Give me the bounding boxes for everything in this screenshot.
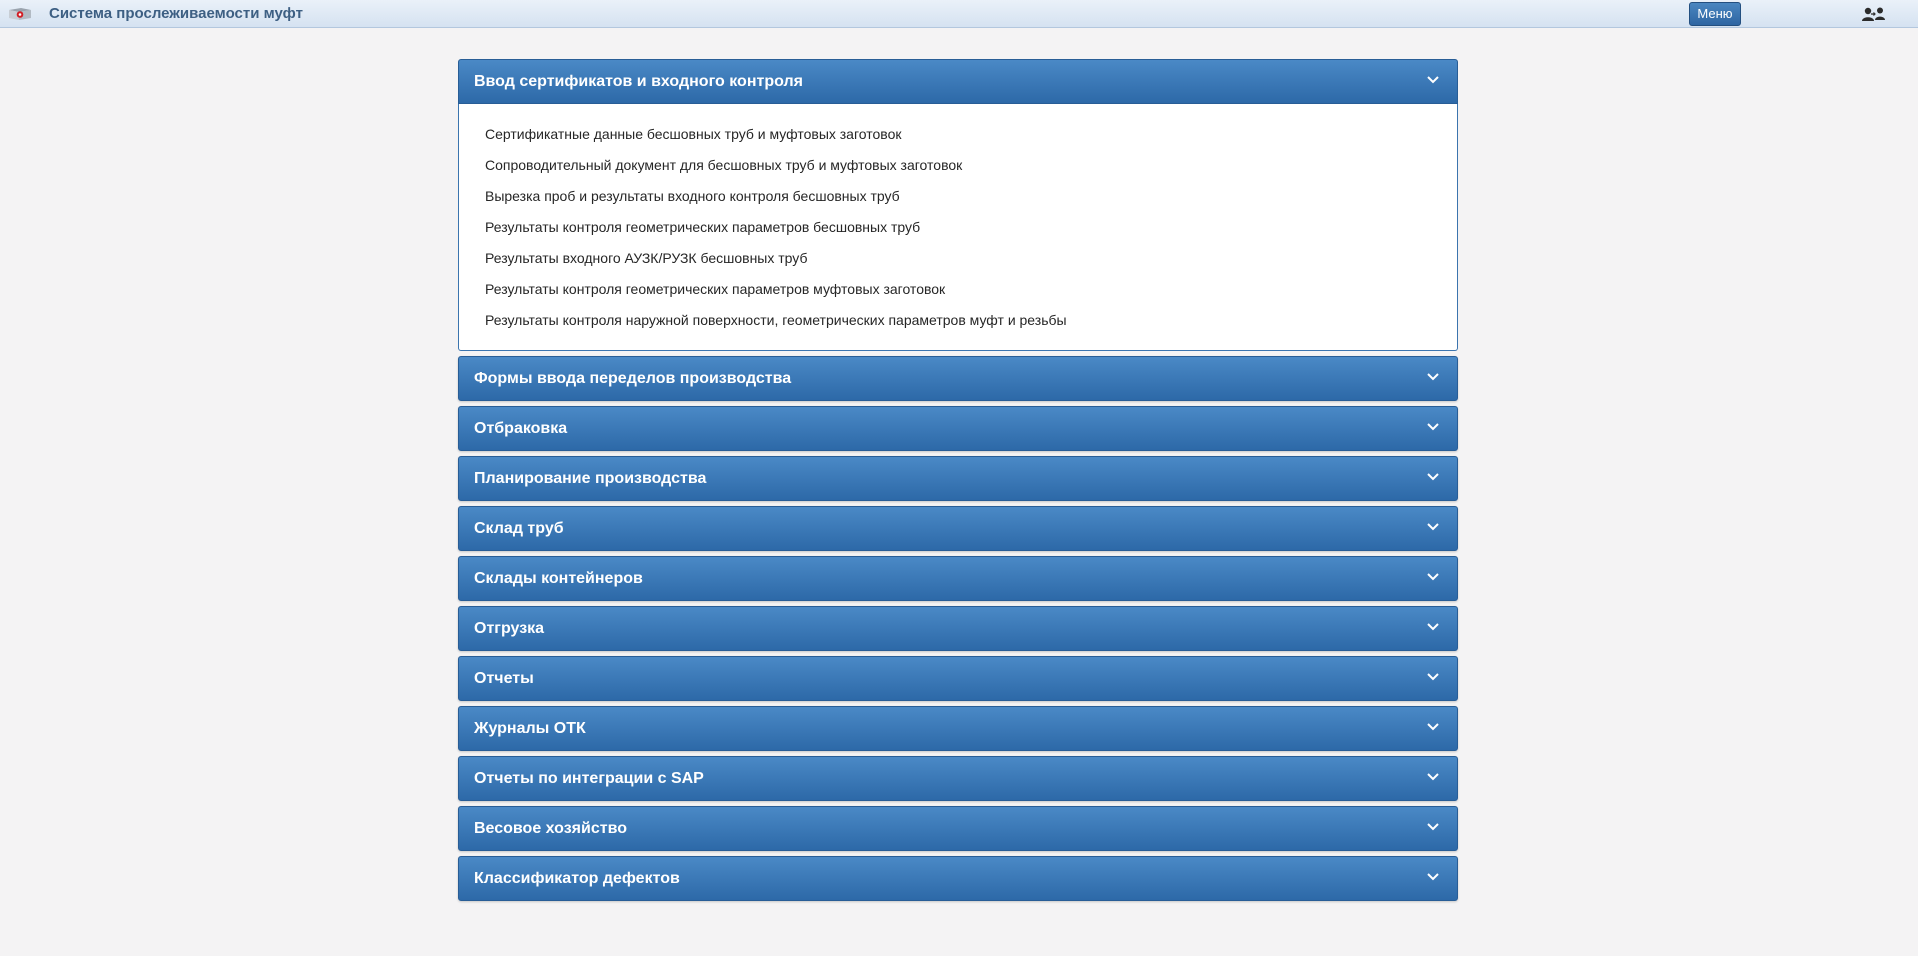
chevron-down-icon [1427, 76, 1439, 84]
section-production-stages: Формы ввода переделов производства [458, 356, 1458, 401]
chevron-down-icon [1427, 873, 1439, 881]
section-defect-classifier: Классификатор дефектов [458, 856, 1458, 901]
section-title: Отчеты по интеграции с SAP [474, 770, 704, 787]
section-header[interactable]: Склады контейнеров [458, 556, 1458, 601]
menu-link[interactable]: Результаты входного АУЗК/РУЗК бесшовных … [459, 243, 1457, 274]
section-title: Формы ввода переделов производства [474, 370, 792, 387]
section-title: Планирование производства [474, 470, 707, 487]
section-header[interactable]: Формы ввода переделов производства [458, 356, 1458, 401]
chevron-down-icon [1427, 823, 1439, 831]
top-navbar: Система прослеживаемости муфт Меню [0, 0, 1918, 28]
menu-link[interactable]: Вырезка проб и результаты входного контр… [459, 181, 1457, 212]
app-logo-flag-icon[interactable] [8, 7, 32, 21]
section-rejection: Отбраковка [458, 406, 1458, 451]
chevron-down-icon [1427, 373, 1439, 381]
section-body: Сертификатные данные бесшовных труб и му… [458, 104, 1458, 351]
section-header[interactable]: Журналы ОТК [458, 706, 1458, 751]
section-pipe-warehouse: Склад труб [458, 506, 1458, 551]
section-weighing: Весовое хозяйство [458, 806, 1458, 851]
main-menu-accordion: Ввод сертификатов и входного контроля Се… [458, 59, 1458, 906]
chevron-down-icon [1427, 723, 1439, 731]
menu-link[interactable]: Результаты контроля геометрических парам… [459, 274, 1457, 305]
section-title: Ввод сертификатов и входного контроля [474, 73, 803, 90]
section-header[interactable]: Отгрузка [458, 606, 1458, 651]
chevron-down-icon [1427, 773, 1439, 781]
section-header[interactable]: Классификатор дефектов [458, 856, 1458, 901]
section-production-planning: Планирование производства [458, 456, 1458, 501]
section-header[interactable]: Ввод сертификатов и входного контроля [458, 59, 1458, 104]
chevron-down-icon [1427, 673, 1439, 681]
section-title: Отгрузка [474, 620, 545, 637]
menu-link[interactable]: Результаты контроля геометрических парам… [459, 212, 1457, 243]
chevron-down-icon [1427, 473, 1439, 481]
section-title: Отбраковка [474, 420, 568, 437]
section-header[interactable]: Планирование производства [458, 456, 1458, 501]
section-header[interactable]: Отчеты [458, 656, 1458, 701]
app-title[interactable]: Система прослеживаемости муфт [49, 5, 303, 22]
section-container-warehouses: Склады контейнеров [458, 556, 1458, 601]
chevron-down-icon [1427, 623, 1439, 631]
menu-button[interactable]: Меню [1689, 2, 1741, 26]
section-title: Склады контейнеров [474, 570, 643, 587]
chevron-down-icon [1427, 523, 1439, 531]
section-header[interactable]: Весовое хозяйство [458, 806, 1458, 851]
section-header[interactable]: Склад труб [458, 506, 1458, 551]
menu-link[interactable]: Сопроводительный документ для бесшовных … [459, 150, 1457, 181]
section-header[interactable]: Отбраковка [458, 406, 1458, 451]
section-qc-journals: Журналы ОТК [458, 706, 1458, 751]
section-sap-integration-reports: Отчеты по интеграции с SAP [458, 756, 1458, 801]
section-title: Весовое хозяйство [474, 820, 627, 837]
section-title: Журналы ОТК [474, 720, 586, 737]
menu-link[interactable]: Сертификатные данные бесшовных труб и му… [459, 119, 1457, 150]
section-shipment: Отгрузка [458, 606, 1458, 651]
section-title: Классификатор дефектов [474, 870, 680, 887]
section-certificates-input: Ввод сертификатов и входного контроля Се… [458, 59, 1458, 351]
section-reports: Отчеты [458, 656, 1458, 701]
users-switch-icon[interactable] [1860, 6, 1888, 22]
section-title: Склад труб [474, 520, 564, 537]
section-header[interactable]: Отчеты по интеграции с SAP [458, 756, 1458, 801]
chevron-down-icon [1427, 573, 1439, 581]
chevron-down-icon [1427, 423, 1439, 431]
section-title: Отчеты [474, 670, 534, 687]
menu-link[interactable]: Результаты контроля наружной поверхности… [459, 305, 1457, 336]
